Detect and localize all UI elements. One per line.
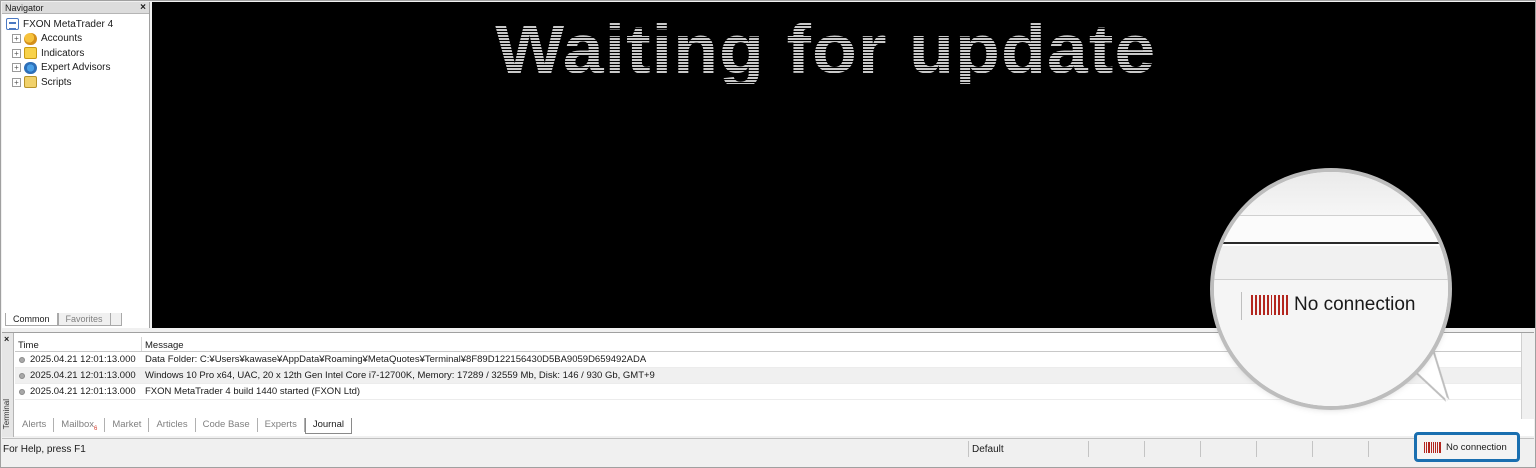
status-divider [968,441,969,457]
status-divider [1200,441,1201,457]
expand-plus-icon[interactable]: + [12,48,21,58]
waiting-for-update-message: Waiting for update [495,10,1157,88]
terminal-sidebar: × Terminal [2,333,14,437]
tree-item-label: Expert Advisors [41,62,111,74]
status-profile: Default [972,444,1004,455]
tab-spacer [110,313,122,326]
status-divider [1144,441,1145,457]
magnified-connection-text: No connection [1294,294,1416,315]
tab-mailbox[interactable]: Mailbox6 [54,418,106,432]
tab-common[interactable]: Common [5,313,58,326]
connection-bars-icon [1251,295,1289,315]
column-header-time[interactable]: Time [15,337,142,351]
navigator-panel: Navigator × FXON MetaTrader 4 + Accounts… [2,2,150,328]
magnified-connection-status: No connection [1251,294,1415,316]
status-divider [1312,441,1313,457]
tree-item-label: Accounts [41,33,83,45]
log-time: 2025.04.21 12:01:13.000 [30,386,136,397]
terminal-scrollbar[interactable] [1521,333,1534,419]
expand-plus-icon[interactable]: + [12,77,21,87]
magnifier-callout: No connection [1214,172,1448,406]
tree-item-label: Scripts [41,76,72,88]
connection-status-text: No connection [1446,441,1507,453]
log-time: 2025.04.21 12:01:13.000 [30,370,136,381]
scripts-icon [24,76,37,89]
tree-item-label: Indicators [41,47,85,59]
mailbox-badge: 6 [94,425,98,432]
tab-favorites[interactable]: Favorites [57,313,111,326]
status-divider [1368,441,1369,457]
expert-advisors-icon [24,61,37,74]
navigator-tree: FXON MetaTrader 4 + Accounts + Indicator… [2,14,149,93]
terminal-label: Terminal [2,399,11,430]
tree-item-accounts[interactable]: + Accounts [6,32,145,47]
connection-status[interactable]: No connection [1414,432,1520,462]
navigator-tabs: Common Favorites [5,313,122,326]
expand-plus-icon[interactable]: + [12,63,21,73]
tab-journal[interactable]: Journal [304,418,352,434]
tree-root-label: FXON MetaTrader 4 [23,18,114,30]
tab-market[interactable]: Market [105,418,150,432]
navigator-header: Navigator × [2,2,149,14]
tab-alerts[interactable]: Alerts [15,418,55,432]
log-message: Windows 10 Pro x64, UAC, 20 x 12th Gen I… [145,370,655,381]
log-dot-icon [19,356,25,363]
accounts-icon [24,32,37,45]
tree-item-expert-advisors[interactable]: + Expert Advisors [6,61,145,76]
connection-bars-icon [1424,441,1443,453]
terminal-close-icon[interactable]: × [4,334,9,344]
tree-root[interactable]: FXON MetaTrader 4 [6,17,145,32]
navigator-title: Navigator [5,2,44,13]
log-time: 2025.04.21 12:01:13.000 [30,354,136,365]
status-divider [1256,441,1257,457]
tab-articles[interactable]: Articles [149,418,196,432]
status-divider [1088,441,1089,457]
tab-experts[interactable]: Experts [258,418,305,432]
status-help-text: For Help, press F1 [3,444,86,455]
tab-code-base[interactable]: Code Base [196,418,258,432]
status-bar: For Help, press F1 Default No connection [2,432,1534,462]
log-dot-icon [19,388,25,395]
terminal-root-icon [6,18,19,31]
log-dot-icon [19,372,25,379]
expand-plus-icon[interactable]: + [12,34,21,44]
indicators-icon [24,47,37,60]
navigator-close-icon[interactable]: × [140,2,146,13]
log-message: Data Folder: C:¥Users¥kawase¥AppData¥Roa… [145,354,647,365]
log-message: FXON MetaTrader 4 build 1440 started (FX… [145,386,361,397]
column-header-message[interactable]: Message [142,337,187,351]
tree-item-indicators[interactable]: + Indicators [6,46,145,61]
terminal-tabs: Alerts Mailbox6 Market Articles Code Bas… [15,418,352,434]
tree-item-scripts[interactable]: + Scripts [6,75,145,90]
